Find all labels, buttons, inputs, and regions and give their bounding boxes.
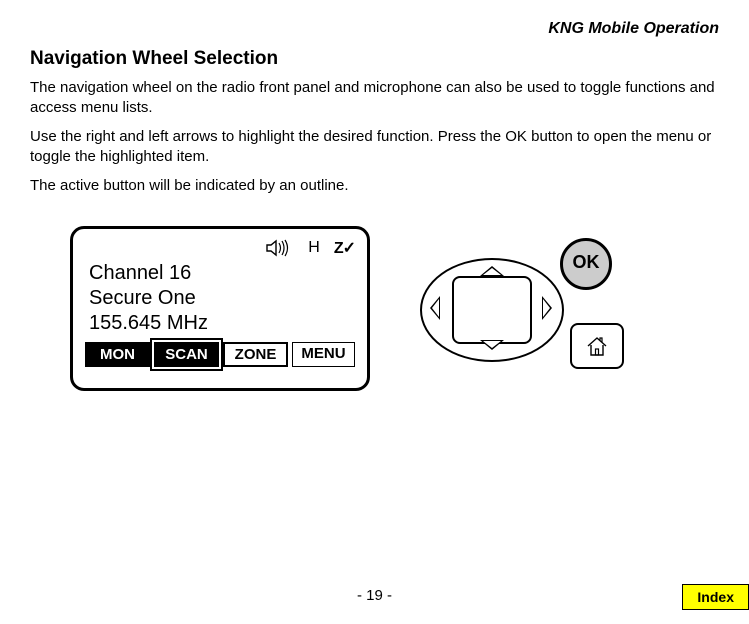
display-line-channel: Channel 16: [89, 261, 355, 286]
paragraph-2: Use the right and left arrows to highlig…: [30, 127, 719, 166]
softkey-mon[interactable]: MON: [85, 342, 150, 367]
softkey-scan[interactable]: SCAN: [154, 342, 219, 367]
nav-wheel-area: OK: [410, 228, 650, 388]
display-lines: Channel 16 Secure One 155.645 MHz: [85, 261, 355, 336]
display-line-freq: 155.645 MHz: [89, 311, 355, 336]
ok-button[interactable]: OK: [560, 238, 612, 290]
softkey-row: MON SCAN ZONE MENU: [85, 342, 355, 367]
arrow-up-icon[interactable]: [480, 266, 504, 276]
display-line-secure: Secure One: [89, 286, 355, 311]
speaker-icon: [266, 239, 294, 257]
paragraph-1: The navigation wheel on the radio front …: [30, 78, 719, 117]
arrow-down-icon[interactable]: [480, 340, 504, 350]
softkey-menu[interactable]: MENU: [292, 342, 355, 367]
figure-row: H Z✓ Channel 16 Secure One 155.645 MHz M…: [70, 226, 719, 391]
doc-header-title: KNG Mobile Operation: [30, 20, 719, 38]
arrow-right-icon[interactable]: [542, 296, 552, 320]
section-heading: Navigation Wheel Selection: [30, 48, 719, 70]
index-tab[interactable]: Index: [682, 584, 749, 610]
page-number: - 19 -: [0, 587, 749, 604]
status-h: H: [308, 239, 320, 257]
paragraph-3: The active button will be indicated by a…: [30, 176, 719, 196]
arrow-left-icon[interactable]: [430, 296, 440, 320]
nav-wheel-center[interactable]: [452, 276, 532, 344]
home-button[interactable]: [570, 323, 624, 369]
home-icon: [585, 335, 609, 357]
radio-display: H Z✓ Channel 16 Secure One 155.645 MHz M…: [70, 226, 370, 391]
status-row: H Z✓: [85, 237, 355, 259]
softkey-zone[interactable]: ZONE: [223, 342, 288, 367]
status-zcheck: Z✓: [334, 238, 355, 258]
